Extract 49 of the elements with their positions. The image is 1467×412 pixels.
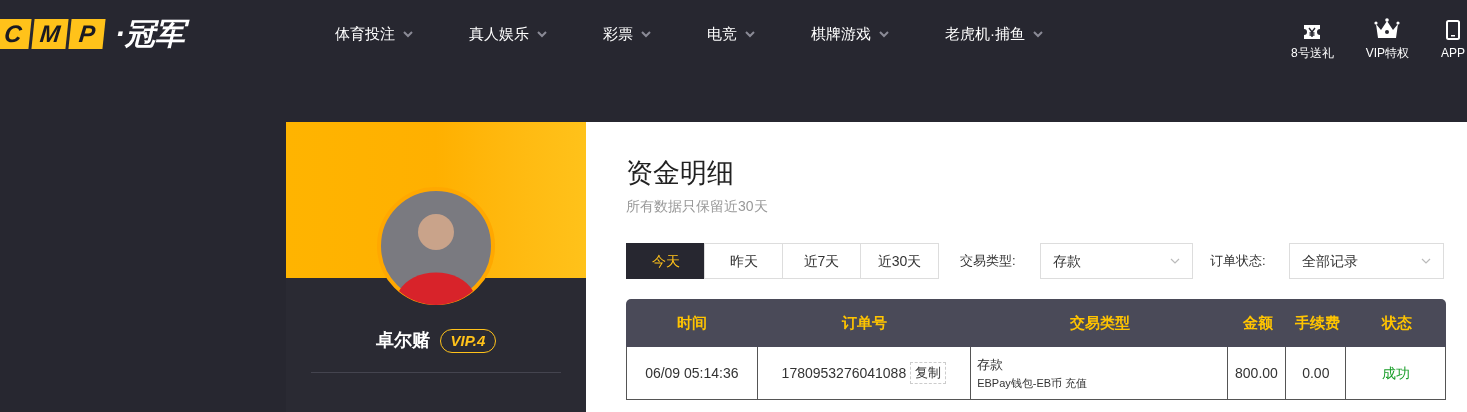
transaction-detail: EBPay钱包-EB币 充值 — [977, 375, 1089, 391]
logo-letter: M — [31, 19, 69, 49]
crown-icon — [1374, 18, 1401, 40]
page-subtitle: 所有数据只保留近30天 — [626, 197, 769, 216]
shortcut-button[interactable]: APP — [1441, 16, 1465, 62]
chevron-down-icon — [403, 30, 413, 38]
phone-icon — [1446, 20, 1460, 40]
table-cell: 800.00 — [1227, 347, 1287, 399]
nav-menu-item[interactable]: 棋牌游戏 — [796, 22, 904, 46]
logo-text: ·冠军 — [115, 16, 191, 52]
chevron-down-icon — [1421, 258, 1431, 264]
range-tab[interactable]: 近30天 — [860, 243, 939, 279]
ticket-icon — [1303, 24, 1322, 40]
chevron-down-icon — [1170, 258, 1180, 264]
nav-menu-item[interactable]: 体育投注 — [320, 22, 428, 46]
table-cell: 06/09 05:14:36 — [627, 347, 758, 399]
range-tab[interactable]: 近7天 — [782, 243, 861, 279]
select-field[interactable]: 全部记录 — [1289, 243, 1444, 279]
nav-menu-item[interactable]: 老虎机·捕鱼 — [930, 22, 1058, 46]
range-tab[interactable]: 今天 — [626, 243, 705, 279]
chevron-down-icon — [641, 30, 651, 38]
chevron-down-icon — [1033, 30, 1043, 38]
filter-label: 交易类型: — [960, 252, 1017, 271]
shortcut-button[interactable]: 8号送礼 — [1290, 16, 1334, 62]
column-header: 状态 — [1380, 312, 1413, 333]
logo-letter: C — [0, 19, 32, 49]
nav-menu-item[interactable]: 彩票 — [588, 22, 666, 46]
copy-button[interactable]: 复制 — [910, 362, 947, 384]
column-header: 交易类型 — [1068, 312, 1131, 333]
column-header: 时间 — [675, 312, 708, 333]
column-header: 手续费 — [1293, 312, 1341, 333]
order-number: 1780953276041088 — [781, 363, 907, 383]
user-name: 卓尔赌 — [375, 329, 430, 352]
column-header: 订单号 — [840, 312, 888, 333]
filter-label: 订单状态: — [1210, 252, 1267, 271]
status-text: 成功 — [1380, 363, 1411, 383]
nav-menu-item[interactable]: 真人娱乐 — [454, 22, 562, 46]
transaction-type: 存款 — [977, 356, 1005, 374]
select-field[interactable]: 存款 — [1040, 243, 1193, 279]
column-header: 金额 — [1241, 312, 1274, 333]
shortcut-button[interactable]: VIP特权 — [1365, 16, 1409, 62]
nav-menu-item[interactable]: 电竞 — [692, 22, 770, 46]
chevron-down-icon — [879, 30, 889, 38]
logo-letter: P — [68, 19, 106, 49]
chevron-down-icon — [537, 30, 547, 38]
chevron-down-icon — [745, 30, 755, 38]
range-tab[interactable]: 昨天 — [704, 243, 783, 279]
page-title: 资金明细 — [626, 157, 735, 190]
table-cell: 0.00 — [1286, 347, 1347, 399]
